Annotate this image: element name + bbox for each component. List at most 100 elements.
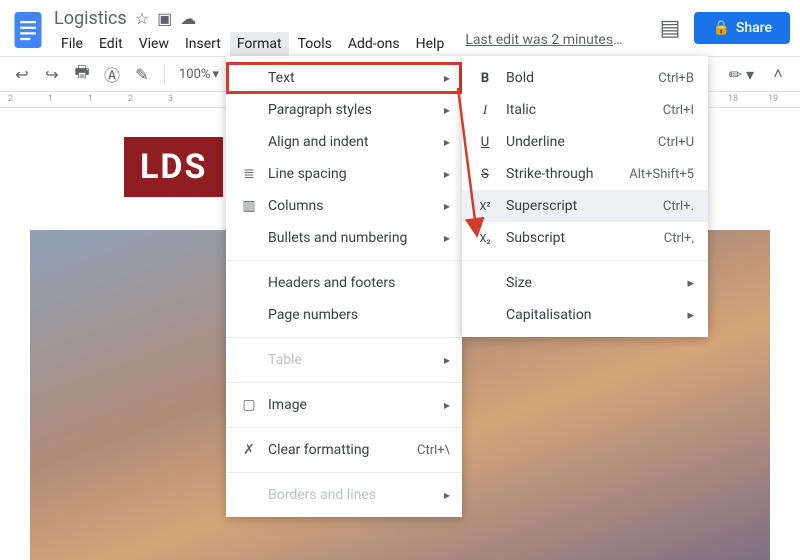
menu-item-shortcut: Alt+Shift+5 [629,167,694,182]
menu-addons[interactable]: Add-ons [341,32,407,56]
format-columns-item[interactable]: ▥ Columns ▸ [226,190,462,222]
chevron-right-icon: ▸ [444,353,450,367]
menu-item-label: Page numbers [268,307,450,323]
ruler-tick: 3 [168,94,173,104]
paint-format-button[interactable]: ✎ [130,62,154,86]
menu-item-label: Align and indent [268,134,434,150]
ruler-tick: 1 [48,94,53,104]
chevron-right-icon: ▸ [444,488,450,502]
format-table-item: Table ▸ [226,344,462,376]
italic-icon: I [476,102,494,118]
chevron-right-icon: ▸ [444,398,450,412]
docs-logo-icon[interactable] [10,6,46,54]
format-clear-formatting-item[interactable]: ✗ Clear formatting Ctrl+\ [226,434,462,466]
menu-item-label: Image [268,397,434,413]
menu-item-label: Superscript [506,198,651,214]
text-submenu-dropdown: B Bold Ctrl+B I Italic Ctrl+I U Underlin… [462,56,708,337]
underline-icon: U [476,135,494,150]
menu-item-shortcut: Ctrl+I [663,103,694,118]
text-size-item[interactable]: Size ▸ [462,267,708,299]
menu-item-label: Columns [268,198,434,214]
star-icon[interactable]: ☆ [135,9,149,28]
cloud-status-icon[interactable]: ☁ [180,9,196,28]
ruler-tick: 2 [8,94,13,104]
format-headers-footers-item[interactable]: Headers and footers [226,267,462,299]
redo-button[interactable]: ↪ [40,62,64,86]
menu-help[interactable]: Help [409,32,452,56]
header: Logistics ☆ ▣ ☁ File Edit View Insert Fo… [0,0,800,56]
title-area: Logistics ☆ ▣ ☁ File Edit View Insert Fo… [54,6,660,56]
menu-file[interactable]: File [54,32,90,56]
format-paragraph-styles-item[interactable]: Paragraph styles ▸ [226,94,462,126]
menu-item-label: Bullets and numbering [268,230,434,246]
spellcheck-button[interactable]: Ⓐ [100,62,124,86]
chevron-down-icon: ▾ [746,65,754,84]
menu-item-label: Italic [506,102,651,118]
menubar: File Edit View Insert Format Tools Add-o… [54,32,660,56]
menu-separator [462,260,708,261]
format-menu-dropdown: Text ▸ Paragraph styles ▸ Align and inde… [226,56,462,517]
print-button[interactable]: 🖶 [70,62,94,86]
text-italic-item[interactable]: I Italic Ctrl+I [462,94,708,126]
lock-icon: 🔒 [712,20,729,36]
menu-view[interactable]: View [132,32,176,56]
text-underline-item[interactable]: U Underline Ctrl+U [462,126,708,158]
format-borders-lines-item: Borders and lines ▸ [226,479,462,511]
undo-button[interactable]: ↩ [10,62,34,86]
zoom-select[interactable]: 100% ▾ [175,67,223,82]
menu-item-label: Text [268,70,434,86]
menu-separator [226,427,462,428]
menu-separator [226,472,462,473]
text-strikethrough-item[interactable]: S Strike-through Alt+Shift+5 [462,158,708,190]
menu-item-label: Table [268,352,434,368]
zoom-value: 100% [179,67,210,82]
editing-mode-button[interactable]: ✏ ▾ [729,65,754,84]
format-page-numbers-item[interactable]: Page numbers [226,299,462,331]
menu-item-label: Clear formatting [268,442,407,458]
text-bold-item[interactable]: B Bold Ctrl+B [462,62,708,94]
menu-edit[interactable]: Edit [92,32,130,56]
menu-tools[interactable]: Tools [291,32,339,56]
chevron-down-icon: ▾ [212,67,219,82]
hide-menus-button[interactable]: ˄ [766,62,790,86]
text-capitalisation-item[interactable]: Capitalisation ▸ [462,299,708,331]
share-button-label: Share [736,20,772,36]
menu-item-label: Bold [506,70,646,86]
ruler-tick: 19 [768,94,778,104]
menu-item-label: Borders and lines [268,487,434,503]
format-align-indent-item[interactable]: Align and indent ▸ [226,126,462,158]
chevron-right-icon: ▸ [444,135,450,149]
document-title[interactable]: Logistics [54,8,127,29]
menu-format[interactable]: Format [230,32,289,56]
columns-icon: ▥ [240,198,258,214]
chevron-right-icon: ▸ [687,308,694,323]
menu-item-label: Size [506,275,675,291]
menu-item-label: Capitalisation [506,307,675,323]
menu-item-label: Strike-through [506,166,617,182]
chevron-right-icon: ▸ [444,167,450,181]
superscript-icon: X² [476,200,494,213]
strikethrough-icon: S [476,167,494,182]
chevron-right-icon: ▸ [444,199,450,213]
menu-item-shortcut: Ctrl+U [658,135,694,150]
menu-insert[interactable]: Insert [178,32,228,56]
menu-item-label: Line spacing [268,166,434,182]
format-text-item[interactable]: Text ▸ [226,62,462,94]
text-subscript-item[interactable]: X₂ Subscript Ctrl+, [462,222,708,254]
badge-text: LDS [124,137,223,197]
menu-item-shortcut: Ctrl+B [658,71,694,86]
menu-item-label: Paragraph styles [268,102,434,118]
format-line-spacing-item[interactable]: ≣ Line spacing ▸ [226,158,462,190]
comments-icon[interactable]: ▤ [660,16,681,41]
menu-item-shortcut: Ctrl+, [664,231,694,246]
menu-item-label: Subscript [506,230,652,246]
menu-item-label: Underline [506,134,646,150]
image-icon: ▢ [240,397,258,413]
bold-icon: B [476,71,494,86]
last-edit-link[interactable]: Last edit was 2 minutes … [465,32,625,56]
move-icon[interactable]: ▣ [157,9,172,28]
text-superscript-item[interactable]: X² Superscript Ctrl+. [462,190,708,222]
format-image-item[interactable]: ▢ Image ▸ [226,389,462,421]
format-bullets-numbering-item[interactable]: Bullets and numbering ▸ [226,222,462,254]
share-button[interactable]: 🔒 Share [694,12,790,44]
